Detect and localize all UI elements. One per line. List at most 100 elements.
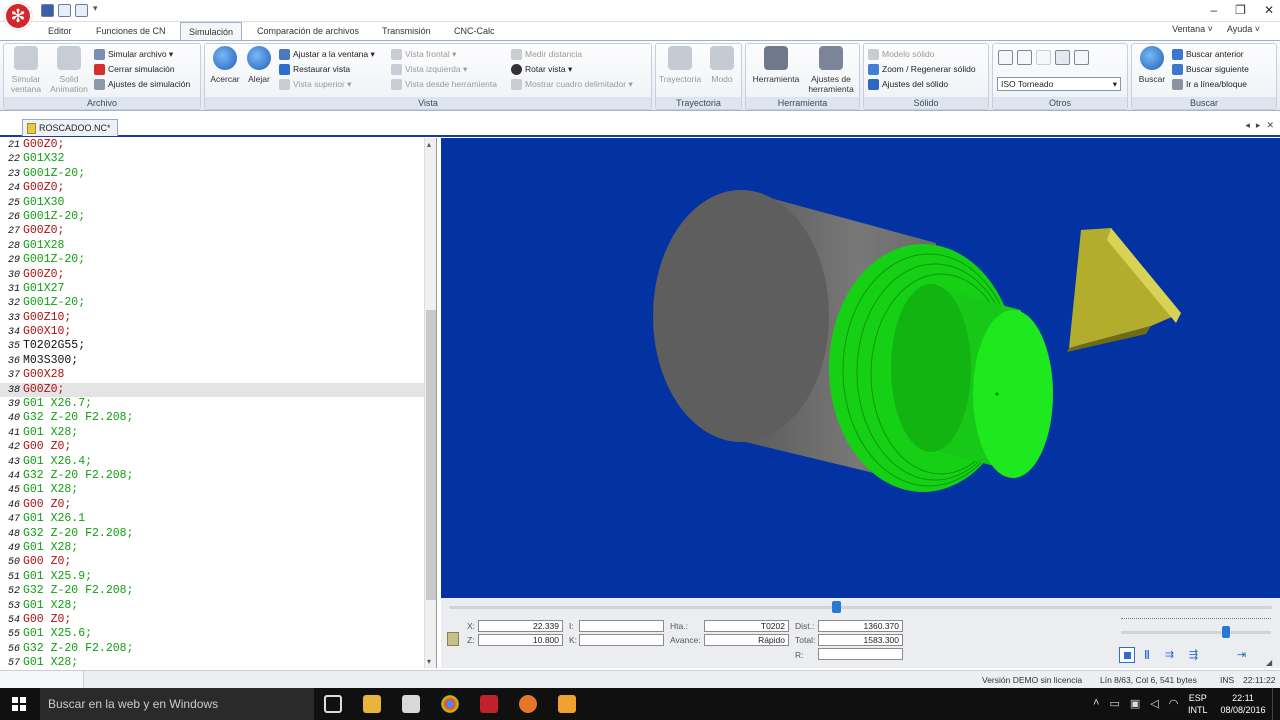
cerrar-simulacion-button[interactable]: Cerrar simulación (94, 62, 190, 77)
tab-prev-icon[interactable]: ◂ (1245, 120, 1250, 131)
code-line[interactable]: 54 G00 Z0; (0, 613, 436, 627)
code-editor[interactable]: 21 G00Z0; 22 G01X32 23 G001Z-20; 24 G00Z0; 25 G01… (0, 138, 437, 668)
tab-cnc-calc[interactable]: CNC-Calc (446, 22, 503, 40)
code-line[interactable]: 30 G00Z0; (0, 268, 436, 282)
cnc-app-icon[interactable] (480, 695, 498, 713)
step-block-button[interactable]: ⇶ (1189, 648, 1198, 661)
code-line[interactable]: 38 G00Z0; (0, 382, 436, 398)
code-line[interactable]: 34 G00X10; (0, 325, 436, 339)
ventana-menu[interactable]: Ventana ˅ (1172, 24, 1213, 34)
undo-icon[interactable] (58, 4, 71, 17)
code-line[interactable]: 43 G01 X26.4; (0, 455, 436, 469)
print-icon[interactable] (75, 4, 88, 17)
ajustes-simulacion-button[interactable]: Ajustes de simulación (94, 77, 190, 92)
tab-simulacion[interactable]: Simulación (180, 22, 243, 40)
speed-slider-track[interactable] (1121, 626, 1271, 638)
code-line[interactable]: 41 G01 X28; (0, 426, 436, 440)
herramienta-button[interactable]: Herramienta (748, 46, 804, 84)
run-to-end-button[interactable]: ⇥ (1237, 648, 1246, 661)
code-line[interactable]: 44 G32 Z-20 F2.208; (0, 469, 436, 483)
simular-ventana-button[interactable]: Simular ventana (7, 46, 45, 94)
mostrar-cuadro-button[interactable]: Mostrar cuadro delimitador ▾ (511, 77, 633, 92)
vista-herramienta-button[interactable]: Vista desde herramienta (391, 77, 497, 92)
code-line[interactable]: 31 G01X27 (0, 282, 436, 296)
code-line[interactable]: 32 G001Z-20; (0, 296, 436, 310)
code-line[interactable]: 33 G00Z10; (0, 311, 436, 325)
close-button[interactable]: ✕ (1264, 3, 1274, 17)
tab-next-icon[interactable]: ▸ (1256, 120, 1261, 131)
pause-button[interactable]: ‖ (1144, 648, 1150, 662)
code-line[interactable]: 21 G00Z0; (0, 138, 436, 152)
code-line[interactable]: 23 G001Z-20; (0, 167, 436, 181)
app-logo-icon[interactable]: ✻ (4, 2, 32, 30)
scroll-up-icon[interactable]: ▴ (427, 140, 431, 149)
solid-animation-button[interactable]: Solid Animation (46, 46, 92, 94)
code-line[interactable]: 55 G01 X25.6; (0, 627, 436, 641)
code-line[interactable]: 26 G001Z-20; (0, 210, 436, 224)
minimize-button[interactable]: – (1210, 3, 1217, 17)
code-line[interactable]: 42 G00 Z0; (0, 440, 436, 454)
code-line[interactable]: 28 G01X28 (0, 239, 436, 253)
calculator-icon[interactable] (402, 695, 420, 713)
chrome-icon[interactable] (441, 695, 459, 713)
tab-comparacion[interactable]: Comparación de archivos (249, 22, 367, 40)
tab-close-icon[interactable]: ✕ (1266, 120, 1274, 131)
simulation-viewport[interactable] (441, 138, 1280, 598)
rotar-vista-button[interactable]: Rotar vista ▾ (511, 62, 633, 77)
alejar-button[interactable]: Alejar (243, 46, 275, 84)
save-icon[interactable] (41, 4, 54, 17)
tab-transmision[interactable]: Transmisión (374, 22, 439, 40)
vista-frontal-button[interactable]: Vista frontal ▾ (391, 47, 497, 62)
machine-type-select[interactable]: ISO Torneado ▾ (997, 77, 1121, 91)
ayuda-menu[interactable]: Ayuda ˅ (1227, 24, 1260, 34)
code-line[interactable]: 47 G01 X26.1 (0, 512, 436, 526)
task-view-icon[interactable] (324, 695, 342, 713)
otros-icon-2[interactable] (1017, 50, 1032, 65)
code-line[interactable]: 50 G00 Z0; (0, 555, 436, 569)
media-app-icon[interactable] (519, 695, 537, 713)
code-line[interactable]: 53 G01 X28; (0, 599, 436, 613)
battery-icon[interactable]: ▭ (1109, 697, 1119, 710)
tray-chevron-icon[interactable]: ˄ (1093, 697, 1099, 710)
zoom-regenerar-button[interactable]: Zoom / Regenerar sólido (868, 62, 976, 77)
buscar-siguiente-button[interactable]: Buscar siguiente (1172, 62, 1249, 77)
trayectoria-button[interactable]: Trayectoria (658, 46, 702, 84)
file-explorer-icon[interactable] (363, 695, 381, 713)
otros-icon-4[interactable] (1055, 50, 1070, 65)
document-tab[interactable]: ROSCADOO.NC* (22, 119, 118, 136)
modelo-solido-button[interactable]: Modelo sólido (868, 47, 976, 62)
otros-icon-3[interactable] (1036, 50, 1051, 65)
ajustes-solido-button[interactable]: Ajustes del sólido (868, 77, 976, 92)
code-line[interactable]: 56 G32 Z-20 F2.208; (0, 642, 436, 656)
otros-icon-1[interactable] (998, 50, 1013, 65)
display-icon[interactable]: ▣ (1130, 697, 1140, 710)
vista-izquierda-button[interactable]: Vista izquierda ▾ (391, 62, 497, 77)
buscar-anterior-button[interactable]: Buscar anterior (1172, 47, 1249, 62)
step-button[interactable]: ⇉ (1165, 648, 1174, 661)
stop-button[interactable] (1119, 647, 1135, 663)
acercar-button[interactable]: Acercar (208, 46, 242, 84)
qat-dropdown-icon[interactable]: ▾ (93, 3, 98, 14)
vista-superior-button[interactable]: Vista superior ▾ (279, 77, 375, 92)
code-line[interactable]: 35 T0202G55; (0, 339, 436, 353)
code-line[interactable]: 24 G00Z0; (0, 181, 436, 195)
ir-linea-button[interactable]: Ir a línea/bloque (1172, 77, 1249, 92)
code-line[interactable]: 25 G01X30 (0, 196, 436, 210)
code-line[interactable]: 45 G01 X28; (0, 483, 436, 497)
code-line[interactable]: 37 G00X28 (0, 368, 436, 382)
speed-slider-thumb[interactable] (1222, 626, 1230, 638)
code-line[interactable]: 48 G32 Z-20 F2.208; (0, 527, 436, 541)
windows-start-icon[interactable] (12, 697, 26, 711)
tab-funciones-cn[interactable]: Funciones de CN (88, 22, 174, 40)
ajustes-herramienta-button[interactable]: Ajustes de herramienta (804, 46, 858, 94)
modo-button[interactable]: Modo (704, 46, 740, 84)
code-line[interactable]: 49 G01 X28; (0, 541, 436, 555)
maximize-button[interactable]: ❐ (1235, 3, 1246, 17)
code-line[interactable]: 52 G32 Z-20 F2.208; (0, 584, 436, 598)
code-line[interactable]: 27 G00Z0; (0, 224, 436, 238)
code-line[interactable]: 51 G01 X25.9; (0, 570, 436, 584)
code-line[interactable]: 46 G00 Z0; (0, 498, 436, 512)
simulation-progress-thumb[interactable] (831, 601, 841, 613)
otros-icon-5[interactable] (1074, 50, 1089, 65)
code-line[interactable]: 57 G01 X28; (0, 656, 436, 668)
